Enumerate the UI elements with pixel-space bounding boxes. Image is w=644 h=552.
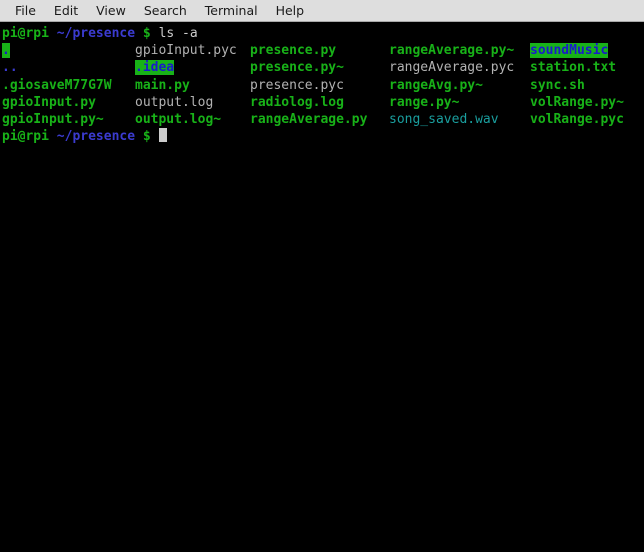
- terminal-screen[interactable]: pi@rpi ~/presence $ ls -a . gpioInput.pyc…: [0, 22, 644, 551]
- file-name: rangeAverage.py~: [389, 43, 515, 59]
- file-name: soundMusic: [530, 43, 609, 59]
- file-listing-cell: main.py: [135, 77, 250, 94]
- file-listing-cell: presence.py: [250, 42, 389, 59]
- file-listing-cell: output.log: [135, 94, 250, 111]
- file-listing: . gpioInput.pyc presence.py rangeAverage.py…: [2, 42, 644, 128]
- file-listing-cell: .giosaveM77G7W: [2, 77, 135, 94]
- file-name: .idea: [135, 60, 175, 76]
- file-name: presence.py: [250, 43, 337, 59]
- file-listing-cell: volRange.pyc: [530, 111, 644, 128]
- file-listing-cell: rangeAverage.pyc: [389, 59, 530, 76]
- file-listing-cell: rangeAverage.py~: [389, 42, 530, 59]
- file-listing-row: .giosaveM77G7W main.py presence.pyc rangeAv…: [2, 77, 644, 94]
- prompt2-space-2: [135, 129, 143, 144]
- file-name: rangeAvg.py~: [389, 77, 483, 93]
- file-name: radiolog.log: [250, 94, 344, 110]
- file-listing-cell: presence.py~: [250, 59, 389, 76]
- file-listing-cell: radiolog.log: [250, 94, 389, 111]
- file-listing-cell: .idea: [135, 59, 250, 76]
- text-cursor: [158, 128, 167, 143]
- file-name: range.py~: [389, 94, 460, 110]
- file-name: output.log~: [135, 111, 222, 127]
- file-name: sync.sh: [530, 77, 585, 93]
- file-name: main.py: [135, 77, 190, 93]
- file-listing-cell: rangeAverage.py: [250, 111, 389, 128]
- prompt2-path: ~/presence: [56, 129, 136, 145]
- file-listing-row: gpioInput.py~ output.log~ rangeAverage.py s…: [2, 111, 644, 128]
- prompt2-space-1: [49, 129, 57, 144]
- file-listing-cell: station.txt: [530, 59, 644, 76]
- menu-item-view[interactable]: View: [88, 1, 134, 20]
- file-listing-cell: rangeAvg.py~: [389, 77, 530, 94]
- file-name: gpioInput.py~: [2, 111, 104, 127]
- file-name: gpioInput.py: [2, 94, 96, 110]
- prompt-symbol: $: [142, 26, 151, 41]
- prompt-space-2: [135, 26, 143, 41]
- file-listing-cell: .: [2, 42, 135, 59]
- file-name: volRange.pyc: [530, 111, 624, 127]
- file-listing-cell: song_saved.wav: [389, 111, 530, 128]
- prompt2-user-host: pi@rpi: [2, 129, 49, 145]
- menu-item-search[interactable]: Search: [136, 1, 195, 20]
- file-name: presence.pyc: [250, 77, 344, 93]
- menu-bar: File Edit View Search Terminal Help: [0, 0, 644, 22]
- file-name: volRange.py~: [530, 94, 624, 110]
- terminal-line-command: pi@rpi ~/presence $ ls -a: [2, 25, 644, 42]
- prompt2-space-3: [151, 129, 159, 144]
- prompt-user-host: pi@rpi: [2, 26, 49, 41]
- file-listing-row: . gpioInput.pyc presence.py rangeAverage.py…: [2, 42, 644, 59]
- file-name: output.log: [135, 94, 214, 110]
- file-name: song_saved.wav: [389, 111, 499, 127]
- file-listing-cell: volRange.py~: [530, 94, 644, 111]
- file-listing-cell: gpioInput.pyc: [135, 42, 250, 59]
- file-listing-cell: gpioInput.py: [2, 94, 135, 111]
- file-name: rangeAverage.py: [250, 111, 368, 127]
- terminal-line-prompt: pi@rpi ~/presence $: [2, 128, 644, 145]
- prompt-path: ~/presence: [56, 26, 136, 41]
- menu-item-file[interactable]: File: [7, 1, 44, 20]
- menu-item-help[interactable]: Help: [268, 1, 313, 20]
- menu-item-edit[interactable]: Edit: [46, 1, 86, 20]
- file-listing-cell: range.py~: [389, 94, 530, 111]
- file-name: rangeAverage.pyc: [389, 60, 515, 76]
- command-text: ls -a: [158, 26, 198, 41]
- file-listing-cell: gpioInput.py~: [2, 111, 135, 128]
- file-name: presence.py~: [250, 60, 344, 76]
- file-listing-cell: ..: [2, 59, 135, 76]
- file-listing-row: gpioInput.py output.log radiolog.log range.…: [2, 94, 644, 111]
- prompt-space-3: [151, 26, 159, 41]
- file-name: station.txt: [530, 60, 617, 76]
- file-listing-cell: soundMusic: [530, 42, 644, 59]
- file-name: .giosaveM77G7W: [2, 77, 112, 93]
- file-name: ..: [2, 60, 18, 76]
- prompt-space-1: [49, 26, 57, 41]
- prompt2-symbol: $: [142, 129, 151, 145]
- menu-item-terminal[interactable]: Terminal: [197, 1, 266, 20]
- file-listing-cell: sync.sh: [530, 77, 644, 94]
- file-name: .: [2, 43, 10, 59]
- file-listing-row: .. .idea presence.py~ rangeAverage.pyc stati…: [2, 59, 644, 76]
- file-listing-cell: output.log~: [135, 111, 250, 128]
- file-listing-cell: presence.pyc: [250, 77, 389, 94]
- file-name: gpioInput.pyc: [135, 43, 237, 59]
